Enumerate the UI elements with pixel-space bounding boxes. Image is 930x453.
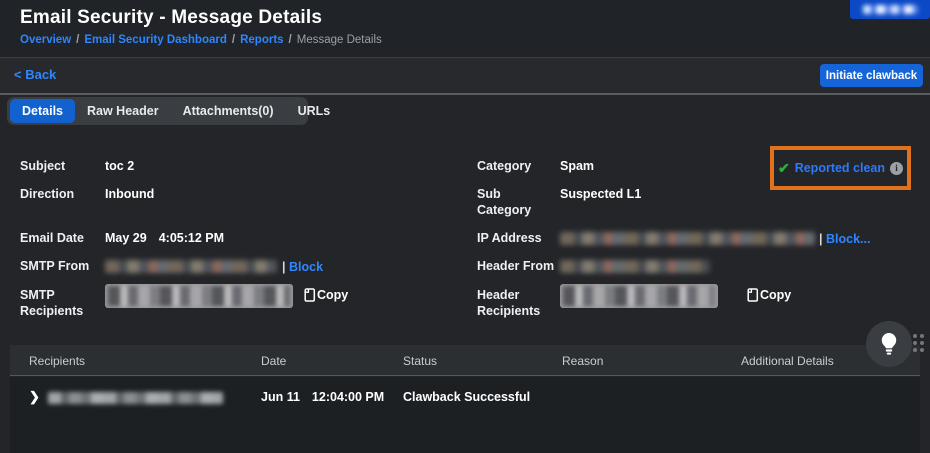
subject-value: toc 2 bbox=[105, 158, 134, 174]
column-date: Date bbox=[261, 354, 286, 368]
breadcrumb-email-security-dashboard[interactable]: Email Security Dashboard bbox=[84, 34, 227, 46]
category-label: Category bbox=[477, 158, 557, 174]
reported-clean-highlight-box: ✔ Reported clean i bbox=[770, 146, 911, 190]
ip-address-actions: | Block... bbox=[819, 231, 870, 247]
sub-category-label: Sub Category bbox=[477, 186, 557, 218]
lightbulb-fab-button[interactable] bbox=[866, 321, 912, 367]
smtp-recipients-label: SMTP Recipients bbox=[20, 287, 100, 319]
direction-label: Direction bbox=[20, 186, 100, 202]
copy-icon bbox=[303, 288, 316, 302]
smtp-from-label: SMTP From bbox=[20, 258, 100, 274]
row-date: Jun 11 bbox=[261, 390, 300, 404]
table-row: ❯ Jun 11 12:04:00 PM Clawback Successful bbox=[10, 377, 920, 417]
row-time: 12:04:00 PM bbox=[312, 390, 384, 404]
header-recipients-label: Header Recipients bbox=[477, 287, 557, 319]
page-title: Email Security - Message Details bbox=[20, 7, 322, 29]
breadcrumb-separator: / bbox=[289, 34, 292, 46]
column-reason: Reason bbox=[562, 354, 603, 368]
column-additional-details: Additional Details bbox=[741, 354, 834, 368]
row-expander-chevron-icon[interactable]: ❯ bbox=[29, 389, 40, 405]
tab-raw-header[interactable]: Raw Header bbox=[75, 99, 171, 123]
ip-address-label: IP Address bbox=[477, 230, 557, 246]
drag-dots-icon[interactable] bbox=[913, 334, 924, 352]
redacted-smtp-recipients-value bbox=[105, 284, 293, 308]
redacted-header-recipients-value bbox=[560, 284, 718, 308]
tab-details[interactable]: Details bbox=[10, 99, 75, 123]
breadcrumb: Overview / Email Security Dashboard / Report… bbox=[20, 34, 382, 46]
direction-value: Inbound bbox=[105, 186, 154, 202]
smtp-from-actions: | Block bbox=[282, 259, 323, 275]
pipe-separator: | bbox=[282, 260, 286, 274]
initiate-clawback-button[interactable]: Initiate clawback bbox=[820, 64, 923, 87]
breadcrumb-current: Message Details bbox=[297, 34, 382, 46]
reported-clean-status: Reported clean bbox=[795, 161, 885, 175]
tab-attachments[interactable]: Attachments(0) bbox=[171, 99, 286, 123]
column-recipients: Recipients bbox=[29, 354, 85, 368]
email-security-message-details-page: Email Security - Message Details Overvie… bbox=[0, 0, 930, 453]
redacted-button-label bbox=[863, 5, 918, 14]
email-date-value: May 29 4:05:12 PM bbox=[105, 230, 224, 246]
header-recipients-copy-button[interactable]: Copy bbox=[746, 288, 791, 302]
email-date-date: May 29 bbox=[105, 231, 147, 245]
email-date-time: 4:05:12 PM bbox=[159, 231, 224, 245]
redacted-row-recipient bbox=[48, 392, 223, 404]
back-bar: < Back Initiate clawback bbox=[0, 58, 930, 93]
redacted-ip-address-value bbox=[560, 232, 815, 245]
top-right-redacted-button[interactable] bbox=[850, 0, 930, 19]
email-date-label: Email Date bbox=[20, 230, 100, 246]
smtp-from-block-link[interactable]: Block bbox=[289, 260, 323, 274]
copy-icon bbox=[746, 288, 759, 302]
copy-label: Copy bbox=[760, 288, 791, 302]
backbar-divider bbox=[0, 93, 930, 95]
header-from-label: Header From bbox=[477, 258, 557, 274]
breadcrumb-reports[interactable]: Reports bbox=[240, 34, 283, 46]
tab-urls[interactable]: URLs bbox=[286, 99, 343, 123]
row-status-cell: Clawback Successful bbox=[403, 390, 530, 404]
redacted-header-from-value bbox=[560, 260, 710, 273]
column-status: Status bbox=[403, 354, 437, 368]
lightbulb-icon bbox=[878, 332, 900, 356]
breadcrumb-separator: / bbox=[76, 34, 79, 46]
check-icon: ✔ bbox=[778, 160, 790, 177]
breadcrumb-separator: / bbox=[232, 34, 235, 46]
table-header-row: Recipients Date Status Reason Additional… bbox=[10, 345, 920, 376]
app-header: Email Security - Message Details Overvie… bbox=[0, 0, 930, 57]
recipients-table: Recipients Date Status Reason Additional… bbox=[10, 345, 920, 453]
tab-bar: Details Raw Header Attachments(0) URLs bbox=[7, 97, 308, 125]
breadcrumb-overview[interactable]: Overview bbox=[20, 34, 71, 46]
redacted-smtp-from-value bbox=[105, 260, 277, 273]
ip-address-block-link[interactable]: Block... bbox=[826, 232, 870, 246]
sub-category-value: Suspected L1 bbox=[560, 186, 641, 202]
info-icon[interactable]: i bbox=[890, 162, 903, 175]
copy-label: Copy bbox=[317, 288, 348, 302]
subject-label: Subject bbox=[20, 158, 100, 174]
table-body: ❯ Jun 11 12:04:00 PM Clawback Successful bbox=[10, 377, 920, 453]
category-value: Spam bbox=[560, 158, 594, 174]
pipe-separator: | bbox=[819, 232, 823, 246]
row-date-cell: Jun 11 12:04:00 PM bbox=[261, 390, 384, 404]
smtp-recipients-copy-button[interactable]: Copy bbox=[303, 288, 348, 302]
back-link[interactable]: < Back bbox=[14, 67, 56, 82]
